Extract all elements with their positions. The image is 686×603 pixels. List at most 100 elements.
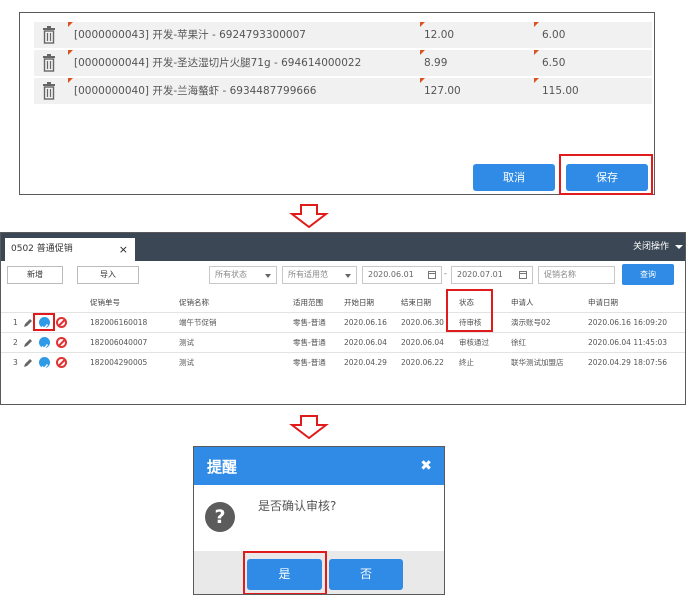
dialog-message: 是否确认审核? — [258, 499, 337, 513]
dialog-title: 提醒 — [207, 458, 238, 476]
item-row: [0000000040] 开发-兰海螯虾 - 6934487799666 127… — [34, 78, 652, 104]
promotion-name-input[interactable]: 促销名称 — [538, 266, 615, 284]
edit-icon[interactable] — [23, 318, 33, 328]
column-header: 申请人 — [511, 298, 534, 307]
date-separator: - — [444, 269, 447, 278]
item-name: [0000000044] 开发-圣达湿切片火腿71g - 69461400002… — [74, 57, 362, 69]
import-button[interactable]: 导入 — [77, 266, 139, 284]
table-row[interactable]: 3 182004290005 测试 零售-普通 2020.04.29 2020.… — [1, 352, 685, 372]
promotion-items-panel: [0000000043] 开发-苹果汁 - 6924793300007 12.0… — [19, 12, 655, 195]
approve-highlight-box — [33, 313, 55, 331]
promotion-scope: 零售-普通 — [293, 358, 326, 367]
status-highlight-box — [446, 289, 493, 332]
search-button[interactable]: 查询 — [622, 264, 674, 285]
close-icon[interactable]: × — [119, 238, 128, 261]
start-date-field[interactable]: 2020.06.01 — [362, 266, 442, 284]
promotion-start: 2020.06.04 — [344, 338, 387, 347]
promotion-applicant: 徐红 — [511, 338, 526, 347]
caret-down-icon[interactable] — [675, 245, 683, 249]
column-header: 促销单号 — [90, 298, 120, 307]
edited-flag — [534, 78, 539, 83]
scope-filter[interactable]: 所有适用范 — [282, 266, 357, 284]
edit-icon[interactable] — [23, 358, 33, 368]
promotion-scope: 零售-普通 — [293, 338, 326, 347]
approve-icon[interactable] — [39, 337, 50, 350]
down-arrow-icon — [289, 415, 329, 439]
close-icon[interactable]: ✖ — [420, 447, 432, 485]
column-header: 促销名称 — [179, 298, 209, 307]
dialog-header: 提醒 ✖ — [194, 447, 444, 485]
promotion-apply-date: 2020.04.29 18:07:56 — [588, 358, 668, 367]
ban-icon[interactable] — [56, 357, 67, 368]
row-number: 3 — [13, 358, 18, 367]
approve-icon[interactable] — [39, 357, 50, 370]
no-button[interactable]: 否 — [329, 559, 403, 590]
promotion-name: 测试 — [179, 338, 194, 347]
item-row: [0000000044] 开发-圣达湿切片火腿71g - 69461400002… — [34, 50, 652, 76]
table-row[interactable]: 1 182006160018 端午节促销 零售-普通 2020.06.16 20… — [1, 312, 685, 332]
cancel-button[interactable]: 取消 — [473, 164, 555, 191]
promotion-applicant: 演示账号02 — [511, 318, 551, 327]
item-promo-price[interactable]: 115.00 — [542, 78, 579, 104]
down-arrow-icon — [289, 204, 329, 228]
dialog-footer: 是 否 — [194, 551, 444, 594]
status-filter-value: 所有状态 — [215, 270, 247, 279]
save-highlight-box — [559, 154, 653, 195]
column-header: 适用范围 — [293, 298, 323, 307]
ban-icon[interactable] — [56, 337, 67, 348]
promotion-list-panel: 0502 普通促销 × 关闭操作 新增 导入 所有状态 所有适用范 2020.0… — [0, 232, 686, 405]
item-name: [0000000043] 开发-苹果汁 - 6924793300007 — [74, 29, 306, 41]
question-icon: ? — [205, 502, 235, 532]
table-row[interactable]: 2 182006040007 测试 零售-普通 2020.06.04 2020.… — [1, 332, 685, 352]
tab-normal-promotion[interactable]: 0502 普通促销 × — [5, 238, 135, 261]
row-number: 2 — [13, 338, 18, 347]
item-price[interactable]: 8.99 — [424, 50, 447, 76]
yes-highlight-box — [243, 551, 327, 594]
edited-flag — [68, 22, 73, 27]
promotion-apply-date: 2020.06.04 11:45:03 — [588, 338, 668, 347]
trash-icon[interactable] — [42, 82, 56, 100]
promotion-start: 2020.04.29 — [344, 358, 387, 367]
confirm-dialog: 提醒 ✖ ? 是否确认审核? 是 否 — [193, 446, 445, 595]
promotion-end: 2020.06.04 — [401, 338, 444, 347]
caret-down-icon — [345, 274, 351, 278]
promotion-code: 182006160018 — [90, 318, 148, 327]
edit-icon[interactable] — [23, 338, 33, 348]
scope-filter-value: 所有适用范 — [288, 270, 328, 279]
trash-icon[interactable] — [42, 54, 56, 72]
new-button[interactable]: 新增 — [7, 266, 63, 284]
calendar-icon — [519, 271, 527, 279]
column-header: 申请日期 — [588, 298, 618, 307]
promotion-status: 终止 — [459, 358, 474, 367]
promotion-status: 审核通过 — [459, 338, 489, 347]
tab-label: 0502 普通促销 — [11, 244, 73, 254]
calendar-icon — [428, 271, 436, 279]
item-promo-price[interactable]: 6.50 — [542, 50, 565, 76]
status-filter[interactable]: 所有状态 — [209, 266, 277, 284]
promotion-code: 182004290005 — [90, 358, 148, 367]
close-operations-menu[interactable]: 关闭操作 — [633, 233, 669, 261]
column-header: 结束日期 — [401, 298, 431, 307]
promotion-end: 2020.06.22 — [401, 358, 444, 367]
item-name: [0000000040] 开发-兰海螯虾 - 6934487799666 — [74, 85, 317, 97]
promotion-name: 端午节促销 — [179, 318, 217, 327]
edited-flag — [68, 78, 73, 83]
start-date-value: 2020.06.01 — [368, 270, 414, 279]
end-date-field[interactable]: 2020.07.01 — [451, 266, 533, 284]
ban-icon[interactable] — [56, 317, 67, 328]
promotion-applicant: 联华测试加盟店 — [511, 358, 564, 367]
trash-icon[interactable] — [42, 26, 56, 44]
promotion-scope: 零售-普通 — [293, 318, 326, 327]
item-promo-price[interactable]: 6.00 — [542, 22, 565, 48]
edited-flag — [534, 22, 539, 27]
end-date-value: 2020.07.01 — [457, 270, 503, 279]
item-price[interactable]: 127.00 — [424, 78, 461, 104]
item-price[interactable]: 12.00 — [424, 22, 454, 48]
edited-flag — [68, 50, 73, 55]
promotion-name-placeholder: 促销名称 — [544, 270, 576, 279]
promotion-start: 2020.06.16 — [344, 318, 387, 327]
row-number: 1 — [13, 318, 18, 327]
promotion-code: 182006040007 — [90, 338, 148, 347]
column-header: 开始日期 — [344, 298, 374, 307]
caret-down-icon — [265, 274, 271, 278]
